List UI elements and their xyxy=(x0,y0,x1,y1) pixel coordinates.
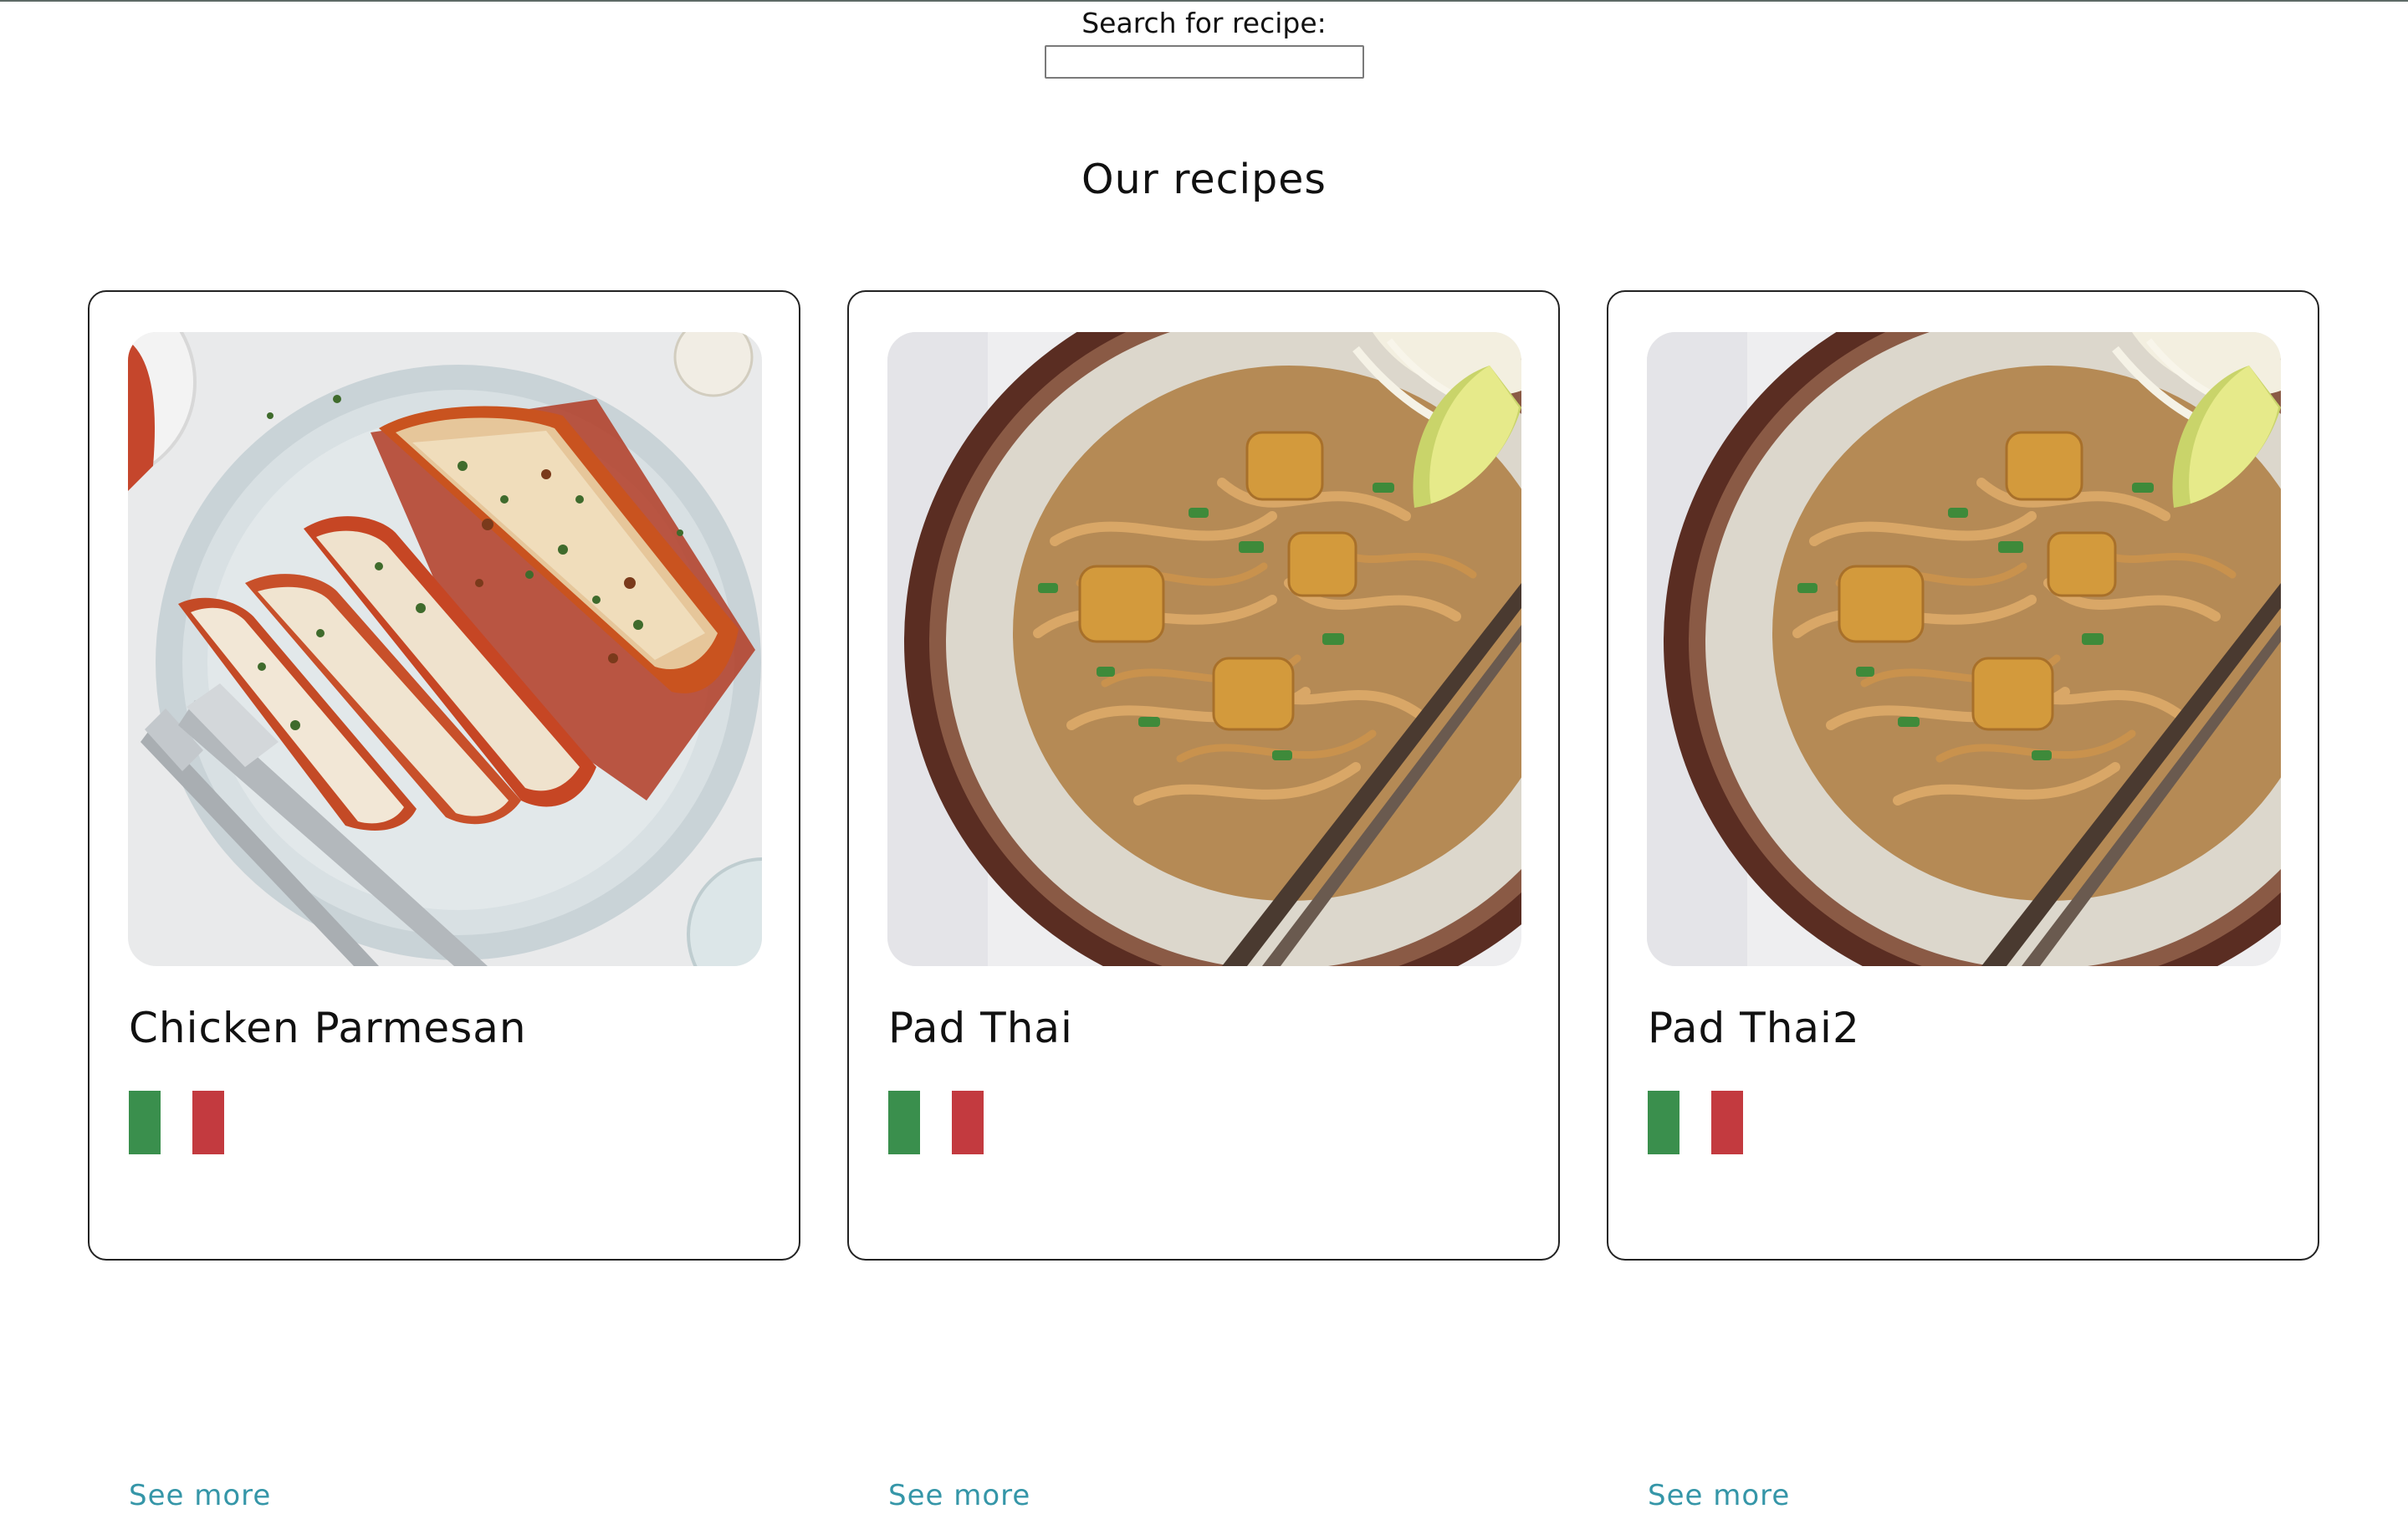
search-section: Search for recipe: xyxy=(0,7,2408,79)
flag-stripe-red xyxy=(192,1091,224,1154)
recipe-title: Pad Thai xyxy=(888,1004,1073,1052)
flag-stripe-red xyxy=(1711,1091,1743,1154)
search-label: Search for recipe: xyxy=(1081,7,1327,39)
recipe-title: Pad Thai2 xyxy=(1648,1004,1860,1052)
pad-thai-photo xyxy=(1647,332,2281,966)
see-more-link[interactable]: See more xyxy=(888,1477,1030,1514)
see-more-link[interactable]: See more xyxy=(129,1477,271,1514)
flag-stripe-green xyxy=(1648,1091,1679,1154)
top-divider xyxy=(0,0,2408,2)
italian-flag-icon xyxy=(129,1091,224,1154)
recipe-card: Chicken Parmesan See more xyxy=(88,290,800,1512)
flag-stripe-red xyxy=(952,1091,984,1154)
flag-stripe-white xyxy=(161,1091,192,1154)
recipe-card: Pad Thai2 See more xyxy=(1607,290,2319,1512)
see-more-link[interactable]: See more xyxy=(1648,1477,1790,1514)
flag-stripe-green xyxy=(129,1091,161,1154)
flag-stripe-white xyxy=(920,1091,952,1154)
italian-flag-icon xyxy=(888,1091,984,1154)
italian-flag-icon xyxy=(1648,1091,1743,1154)
flag-stripe-white xyxy=(1679,1091,1711,1154)
pad-thai-photo xyxy=(887,332,1521,966)
chicken-parmesan-photo xyxy=(128,332,762,966)
recipe-title: Chicken Parmesan xyxy=(129,1004,527,1052)
page-title: Our recipes xyxy=(1081,156,1327,203)
recipe-card: Pad Thai See more xyxy=(847,290,1560,1512)
flag-stripe-green xyxy=(888,1091,920,1154)
search-input[interactable] xyxy=(1044,45,1364,79)
